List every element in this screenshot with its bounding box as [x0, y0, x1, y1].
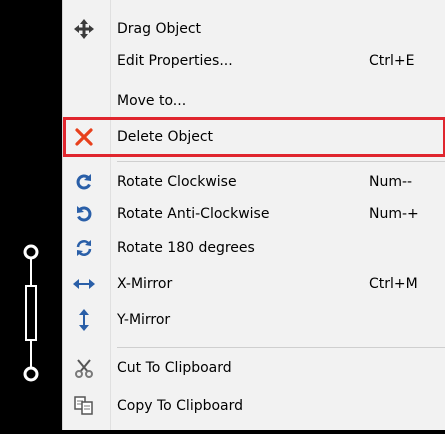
- delete-x-icon: [71, 126, 97, 148]
- rotate-clockwise-icon: [71, 171, 97, 193]
- menu-item-label: Delete Object: [117, 129, 214, 145]
- schematic-canvas: [0, 0, 62, 430]
- resistor-symbol-icon: [23, 244, 39, 382]
- menu-item-label: Rotate Anti-Clockwise: [117, 206, 270, 222]
- menu-separator: [117, 347, 445, 348]
- menu-item-shortcut: Ctrl+E: [369, 53, 415, 69]
- y-mirror-icon: [71, 309, 97, 331]
- menu-item-label: Edit Properties...: [117, 53, 233, 69]
- menu-item-rotate-180[interactable]: Rotate 180 degrees: [63, 233, 445, 263]
- menu-item-x-mirror[interactable]: X-Mirror Ctrl+M: [63, 269, 445, 299]
- menu-item-shortcut: Num--: [369, 174, 413, 190]
- menu-item-label: Y-Mirror: [117, 312, 171, 328]
- menu-item-label: X-Mirror: [117, 276, 173, 292]
- menu-item-rotate-clockwise[interactable]: Rotate Clockwise Num--: [63, 167, 445, 197]
- menu-item-drag-object[interactable]: Drag Object: [63, 14, 445, 44]
- context-menu: Drag Object Edit Properties... Ctrl+E Mo…: [62, 0, 445, 430]
- rotate-anticlockwise-icon: [71, 203, 97, 225]
- menu-item-shortcut: Num-+: [369, 206, 419, 222]
- menu-item-copy-to-clipboard[interactable]: Copy To Clipboard: [63, 391, 445, 421]
- menu-separator: [117, 161, 445, 162]
- menu-item-cut-to-clipboard[interactable]: Cut To Clipboard: [63, 353, 445, 383]
- move-arrows-icon: [71, 18, 97, 40]
- rotate-180-icon: [71, 237, 97, 259]
- menu-item-label: Cut To Clipboard: [117, 360, 232, 376]
- menu-item-label: Drag Object: [117, 21, 202, 37]
- menu-item-label: Copy To Clipboard: [117, 398, 244, 414]
- menu-item-move-to[interactable]: Move to...: [63, 86, 445, 116]
- menu-item-label: Rotate Clockwise: [117, 174, 237, 190]
- menu-item-label: Rotate 180 degrees: [117, 240, 255, 256]
- menu-item-shortcut: Ctrl+M: [369, 276, 418, 292]
- menu-item-edit-properties[interactable]: Edit Properties... Ctrl+E: [63, 46, 445, 76]
- scissors-icon: [71, 357, 97, 379]
- menu-item-label: Move to...: [117, 93, 187, 109]
- menu-item-y-mirror[interactable]: Y-Mirror: [63, 305, 445, 335]
- menu-item-delete-object[interactable]: Delete Object: [63, 122, 445, 152]
- copy-icon: [71, 395, 97, 417]
- x-mirror-icon: [71, 273, 97, 295]
- menu-item-rotate-anticlockwise[interactable]: Rotate Anti-Clockwise Num-+: [63, 199, 445, 229]
